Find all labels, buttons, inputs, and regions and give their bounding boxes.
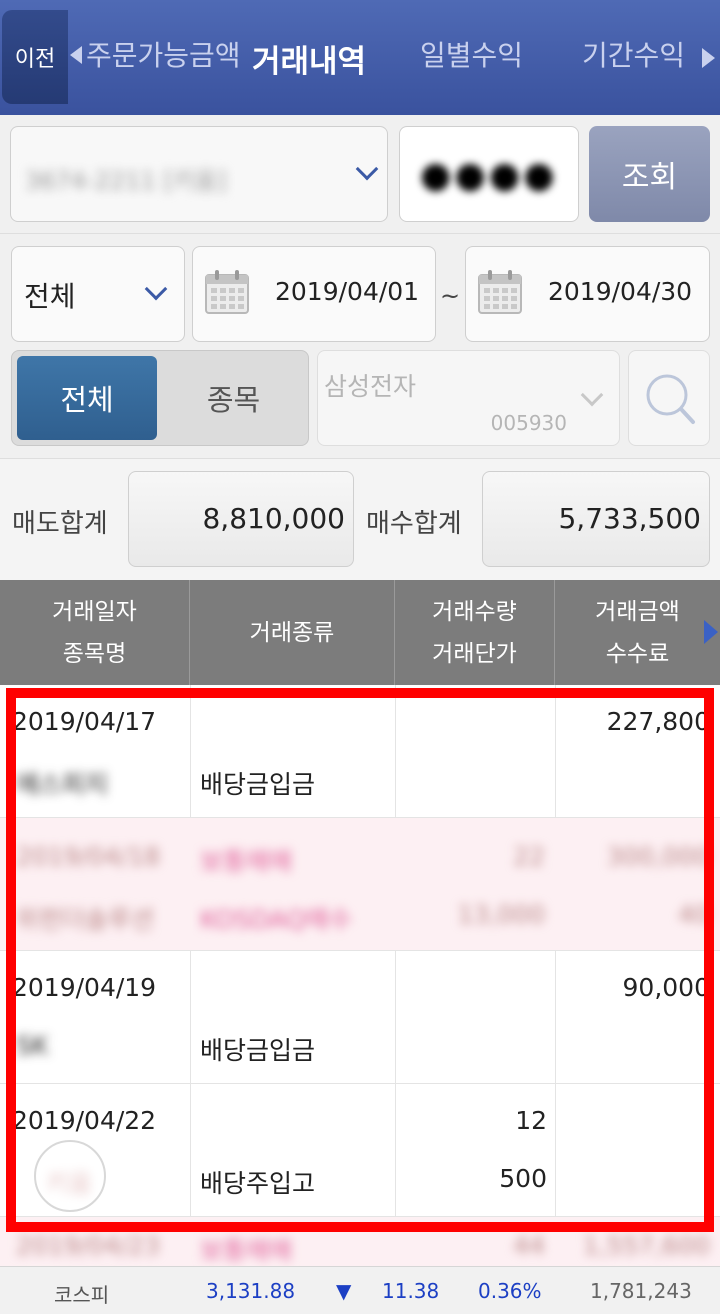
- start-date-field[interactable]: 2019/04/01: [192, 246, 436, 342]
- account-number: 3674-2211 [키움]: [25, 167, 227, 195]
- sell-total-box: 8,810,000: [128, 471, 354, 567]
- end-date-value: 2019/04/30: [548, 277, 693, 306]
- header-date-name: 거래일자 종목명: [0, 580, 190, 685]
- header-amount: 거래금액: [595, 598, 680, 625]
- header-stock-name: 종목명: [62, 640, 127, 667]
- password-field[interactable]: ●●●●: [399, 126, 579, 222]
- chevron-down-icon: [355, 157, 379, 181]
- scope-segmented-control: 전체 종목: [11, 350, 309, 446]
- segment-all[interactable]: 전체: [17, 356, 157, 440]
- header-amount-fee: 거래금액 수수료: [555, 580, 720, 685]
- chevron-down-icon: [580, 383, 604, 407]
- row-amount: 1,557,600: [582, 1231, 710, 1260]
- scroll-right-icon[interactable]: [704, 620, 718, 644]
- sell-total-label: 매도합계: [12, 509, 108, 539]
- highlight-frame: [6, 688, 714, 1232]
- stock-search-button[interactable]: [628, 350, 710, 446]
- index-name: 코스피: [54, 1283, 110, 1307]
- row-trade-type: 보통매매: [200, 1236, 293, 1265]
- tab-available-amount[interactable]: 주문가능금액: [86, 34, 241, 74]
- header-date: 거래일자: [52, 598, 137, 625]
- header-type: 거래종류: [190, 580, 395, 685]
- row-date: 2019/04/23: [16, 1231, 161, 1260]
- index-value: 3,131.88: [206, 1279, 296, 1303]
- tab-scroll-right-icon[interactable]: [702, 48, 715, 68]
- buy-total-value: 5,733,500: [558, 502, 701, 535]
- buy-total-label: 매수합계: [366, 509, 462, 539]
- end-date-field[interactable]: 2019/04/30: [465, 246, 710, 342]
- query-button-label: 조회: [621, 160, 678, 195]
- row-quantity: 44: [513, 1231, 545, 1260]
- stock-select[interactable]: 삼성전자 005930: [317, 350, 620, 446]
- tab-transaction-history[interactable]: 거래내역: [252, 36, 366, 81]
- back-button-label: 이전: [14, 47, 56, 72]
- type-select[interactable]: 전체: [11, 246, 185, 342]
- date-range-separator: ~: [440, 282, 461, 310]
- header-fee: 수수료: [605, 640, 670, 667]
- calendar-icon: [205, 270, 249, 314]
- type-select-value: 전체: [24, 280, 76, 313]
- password-value: ●●●●: [420, 155, 558, 196]
- totals-panel: 매도합계 8,810,000 매수합계 5,733,500: [0, 458, 720, 580]
- segment-stock[interactable]: 종목: [162, 356, 305, 440]
- start-date-value: 2019/04/01: [275, 277, 420, 306]
- stock-code: 005930: [490, 411, 567, 435]
- table-header: 거래일자 종목명 거래종류 거래수량 거래단가 거래금액 수수료: [0, 580, 720, 685]
- index-change-pct: 0.36%: [478, 1279, 542, 1303]
- header-unit-price: 거래단가: [432, 640, 517, 667]
- top-tab-bar: 이전 주문가능금액 거래내역 일별수익 기간수익: [0, 0, 720, 115]
- stock-name: 삼성전자: [324, 372, 417, 401]
- header-quantity: 거래수량: [432, 598, 517, 625]
- back-button[interactable]: 이전: [2, 10, 68, 104]
- down-arrow-icon: ▼: [336, 1279, 352, 1303]
- sell-total-value: 8,810,000: [202, 502, 345, 535]
- chevron-down-icon: [144, 277, 168, 301]
- tab-period-profit[interactable]: 기간수익: [582, 34, 685, 74]
- buy-total-box: 5,733,500: [482, 471, 710, 567]
- tab-daily-profit[interactable]: 일별수익: [420, 34, 523, 74]
- tab-scroll-left-icon[interactable]: [70, 46, 82, 64]
- header-trade-type: 거래종류: [249, 619, 335, 646]
- index-change: 11.38: [382, 1279, 440, 1303]
- search-icon: [646, 374, 695, 424]
- account-row: 3674-2211 [키움] ●●●● 조회: [0, 115, 720, 233]
- calendar-icon: [478, 270, 522, 314]
- query-button[interactable]: 조회: [589, 126, 710, 222]
- trade-volume: 1,781,243: [590, 1279, 692, 1303]
- header-qty-price: 거래수량 거래단가: [395, 580, 555, 685]
- market-ticker[interactable]: 코스피 3,131.88 ▼ 11.38 0.36% 1,781,243: [0, 1266, 720, 1314]
- account-select[interactable]: 3674-2211 [키움]: [10, 126, 388, 222]
- filter-panel: 전체 2019/04/01 ~ 2019/04/30 전체 종목 삼성전자 00…: [0, 233, 720, 458]
